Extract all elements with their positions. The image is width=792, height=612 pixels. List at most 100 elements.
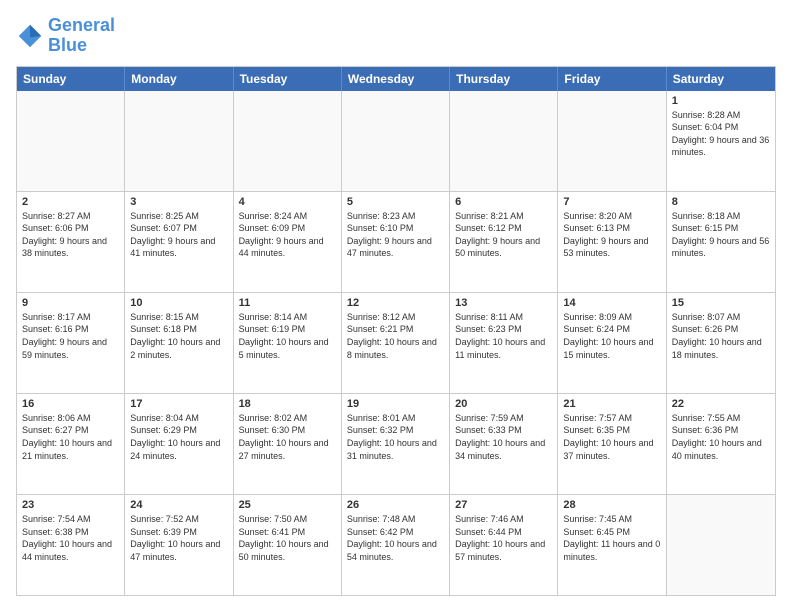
day-info: Sunrise: 8:02 AM Sunset: 6:30 PM Dayligh… [239, 412, 336, 462]
day-info: Sunrise: 8:20 AM Sunset: 6:13 PM Dayligh… [563, 210, 660, 260]
calendar-body: 1 Sunrise: 8:28 AM Sunset: 6:04 PM Daylig… [17, 91, 775, 595]
day-info: Sunrise: 8:17 AM Sunset: 6:16 PM Dayligh… [22, 311, 119, 361]
day-number: 9 [22, 297, 119, 309]
header-day-friday: Friday [558, 67, 666, 91]
day-cell-10: 10 Sunrise: 8:15 AM Sunset: 6:18 PM Dayli… [125, 293, 233, 393]
calendar-row-1: 2Sunrise: 8:27 AM Sunset: 6:06 PM Daylig… [17, 191, 775, 292]
calendar-row-2: 9 Sunrise: 8:17 AM Sunset: 6:16 PM Daylig… [17, 292, 775, 393]
calendar-row-0: 1 Sunrise: 8:28 AM Sunset: 6:04 PM Daylig… [17, 91, 775, 191]
day-number: 13 [455, 297, 552, 309]
day-cell-9: 9 Sunrise: 8:17 AM Sunset: 6:16 PM Daylig… [17, 293, 125, 393]
logo-text: General Blue [48, 16, 115, 56]
day-info: Sunrise: 8:06 AM Sunset: 6:27 PM Dayligh… [22, 412, 119, 462]
day-info: Sunrise: 8:27 AM Sunset: 6:06 PM Dayligh… [22, 210, 119, 260]
day-cell-27: 27 Sunrise: 7:46 AM Sunset: 6:44 PM Dayli… [450, 495, 558, 595]
day-info: Sunrise: 8:24 AM Sunset: 6:09 PM Dayligh… [239, 210, 336, 260]
calendar-row-3: 16Sunrise: 8:06 AM Sunset: 6:27 PM Dayli… [17, 393, 775, 494]
day-number: 8 [672, 196, 770, 208]
day-info: Sunrise: 8:04 AM Sunset: 6:29 PM Dayligh… [130, 412, 227, 462]
day-number: 20 [455, 398, 552, 410]
day-number: 1 [672, 95, 770, 107]
day-number: 6 [455, 196, 552, 208]
day-info: Sunrise: 8:01 AM Sunset: 6:32 PM Dayligh… [347, 412, 444, 462]
day-info: Sunrise: 7:46 AM Sunset: 6:44 PM Dayligh… [455, 513, 552, 563]
day-number: 12 [347, 297, 444, 309]
day-number: 27 [455, 499, 552, 511]
day-info: Sunrise: 7:57 AM Sunset: 6:35 PM Dayligh… [563, 412, 660, 462]
day-cell-12: 12 Sunrise: 8:12 AM Sunset: 6:21 PM Dayli… [342, 293, 450, 393]
day-info: Sunrise: 8:18 AM Sunset: 6:15 PM Dayligh… [672, 210, 770, 260]
day-cell-19: 19 Sunrise: 8:01 AM Sunset: 6:32 PM Dayli… [342, 394, 450, 494]
day-number: 14 [563, 297, 660, 309]
day-cell-1: 1 Sunrise: 8:28 AM Sunset: 6:04 PM Daylig… [667, 91, 775, 191]
day-number: 3 [130, 196, 227, 208]
day-cell-14: 14 Sunrise: 8:09 AM Sunset: 6:24 PM Dayli… [558, 293, 666, 393]
day-number: 19 [347, 398, 444, 410]
day-cell-5: 5 Sunrise: 8:23 AM Sunset: 6:10 PM Daylig… [342, 192, 450, 292]
calendar: SundayMondayTuesdayWednesdayThursdayFrid… [16, 66, 776, 596]
day-info: Sunrise: 8:23 AM Sunset: 6:10 PM Dayligh… [347, 210, 444, 260]
day-cell-7: 7 Sunrise: 8:20 AM Sunset: 6:13 PM Daylig… [558, 192, 666, 292]
empty-cell [342, 91, 450, 191]
day-cell-11: 11Sunrise: 8:14 AM Sunset: 6:19 PM Dayli… [234, 293, 342, 393]
day-cell-21: 21 Sunrise: 7:57 AM Sunset: 6:35 PM Dayli… [558, 394, 666, 494]
day-cell-28: 28 Sunrise: 7:45 AM Sunset: 6:45 PM Dayli… [558, 495, 666, 595]
header-day-wednesday: Wednesday [342, 67, 450, 91]
day-number: 24 [130, 499, 227, 511]
logo: General Blue [16, 16, 115, 56]
day-number: 21 [563, 398, 660, 410]
empty-cell [558, 91, 666, 191]
empty-cell [667, 495, 775, 595]
day-number: 4 [239, 196, 336, 208]
day-cell-23: 23Sunrise: 7:54 AM Sunset: 6:38 PM Dayli… [17, 495, 125, 595]
day-number: 11 [239, 297, 336, 309]
day-info: Sunrise: 7:59 AM Sunset: 6:33 PM Dayligh… [455, 412, 552, 462]
day-number: 28 [563, 499, 660, 511]
page: General Blue SundayMondayTuesdayWednesda… [0, 0, 792, 612]
header-day-saturday: Saturday [667, 67, 775, 91]
day-number: 26 [347, 499, 444, 511]
day-cell-26: 26 Sunrise: 7:48 AM Sunset: 6:42 PM Dayli… [342, 495, 450, 595]
day-info: Sunrise: 8:07 AM Sunset: 6:26 PM Dayligh… [672, 311, 770, 361]
day-info: Sunrise: 7:48 AM Sunset: 6:42 PM Dayligh… [347, 513, 444, 563]
day-info: Sunrise: 7:50 AM Sunset: 6:41 PM Dayligh… [239, 513, 336, 563]
header: General Blue [16, 16, 776, 56]
day-info: Sunrise: 8:21 AM Sunset: 6:12 PM Dayligh… [455, 210, 552, 260]
day-number: 17 [130, 398, 227, 410]
day-cell-25: 25 Sunrise: 7:50 AM Sunset: 6:41 PM Dayli… [234, 495, 342, 595]
day-cell-24: 24 Sunrise: 7:52 AM Sunset: 6:39 PM Dayli… [125, 495, 233, 595]
day-number: 5 [347, 196, 444, 208]
day-number: 23 [22, 499, 119, 511]
day-info: Sunrise: 7:52 AM Sunset: 6:39 PM Dayligh… [130, 513, 227, 563]
day-info: Sunrise: 7:45 AM Sunset: 6:45 PM Dayligh… [563, 513, 660, 563]
header-day-tuesday: Tuesday [234, 67, 342, 91]
day-cell-18: 18Sunrise: 8:02 AM Sunset: 6:30 PM Dayli… [234, 394, 342, 494]
logo-icon [16, 22, 44, 50]
header-day-monday: Monday [125, 67, 233, 91]
day-info: Sunrise: 8:11 AM Sunset: 6:23 PM Dayligh… [455, 311, 552, 361]
calendar-row-4: 23Sunrise: 7:54 AM Sunset: 6:38 PM Dayli… [17, 494, 775, 595]
day-info: Sunrise: 8:12 AM Sunset: 6:21 PM Dayligh… [347, 311, 444, 361]
day-cell-13: 13 Sunrise: 8:11 AM Sunset: 6:23 PM Dayli… [450, 293, 558, 393]
day-number: 10 [130, 297, 227, 309]
day-info: Sunrise: 8:09 AM Sunset: 6:24 PM Dayligh… [563, 311, 660, 361]
empty-cell [450, 91, 558, 191]
day-cell-20: 20 Sunrise: 7:59 AM Sunset: 6:33 PM Dayli… [450, 394, 558, 494]
day-info: Sunrise: 8:28 AM Sunset: 6:04 PM Dayligh… [672, 109, 770, 159]
day-cell-8: 8 Sunrise: 8:18 AM Sunset: 6:15 PM Daylig… [667, 192, 775, 292]
day-number: 15 [672, 297, 770, 309]
day-cell-4: 4 Sunrise: 8:24 AM Sunset: 6:09 PM Daylig… [234, 192, 342, 292]
day-number: 25 [239, 499, 336, 511]
day-cell-6: 6 Sunrise: 8:21 AM Sunset: 6:12 PM Daylig… [450, 192, 558, 292]
day-cell-22: 22 Sunrise: 7:55 AM Sunset: 6:36 PM Dayli… [667, 394, 775, 494]
day-cell-3: 3 Sunrise: 8:25 AM Sunset: 6:07 PM Daylig… [125, 192, 233, 292]
day-info: Sunrise: 8:15 AM Sunset: 6:18 PM Dayligh… [130, 311, 227, 361]
empty-cell [17, 91, 125, 191]
day-info: Sunrise: 7:55 AM Sunset: 6:36 PM Dayligh… [672, 412, 770, 462]
day-cell-17: 17 Sunrise: 8:04 AM Sunset: 6:29 PM Dayli… [125, 394, 233, 494]
day-info: Sunrise: 8:25 AM Sunset: 6:07 PM Dayligh… [130, 210, 227, 260]
day-number: 7 [563, 196, 660, 208]
day-cell-2: 2Sunrise: 8:27 AM Sunset: 6:06 PM Daylig… [17, 192, 125, 292]
header-day-sunday: Sunday [17, 67, 125, 91]
day-number: 22 [672, 398, 770, 410]
